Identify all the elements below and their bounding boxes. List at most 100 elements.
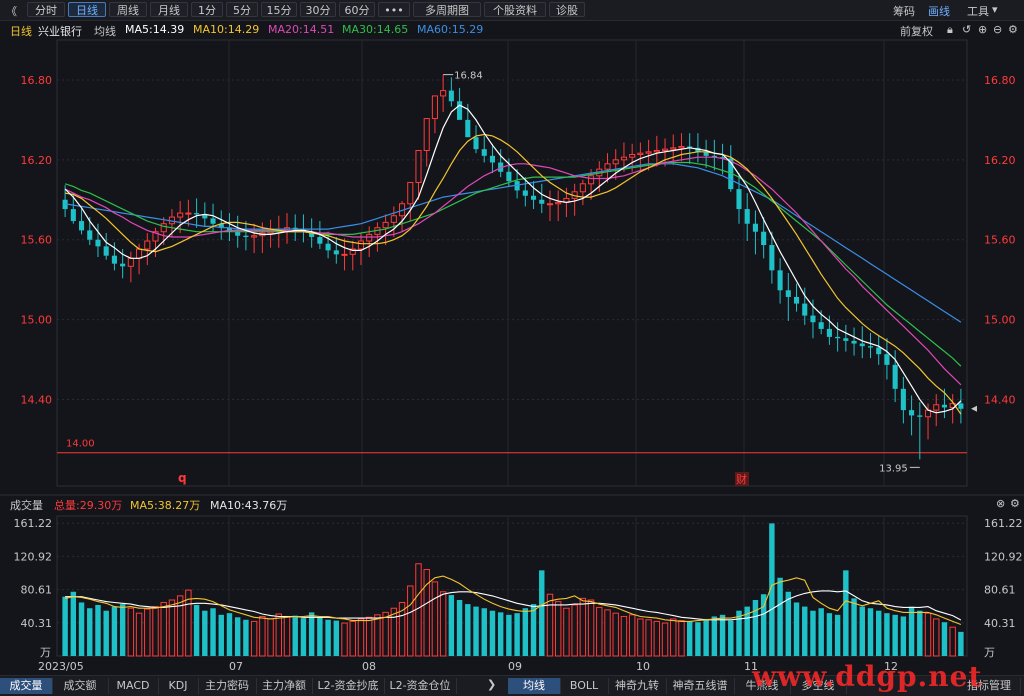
volume-bar-up	[563, 607, 570, 657]
candle-body-up	[645, 151, 652, 154]
candle-body-up	[177, 212, 184, 218]
volume-bar-up	[678, 620, 685, 657]
price-tick-label-right: 15.60	[984, 234, 1016, 247]
indicator-tab-6[interactable]: L2-资金抄底	[312, 678, 385, 694]
volume-bar-down	[539, 570, 545, 656]
candle-body-down	[243, 235, 249, 238]
volume-bar-up	[144, 608, 151, 657]
period-tab-3[interactable]: 月线	[150, 2, 188, 17]
candle-body-up	[653, 150, 660, 153]
tools-menu-button[interactable]: 工具	[967, 3, 989, 19]
back-icon[interactable]: 《	[6, 3, 17, 19]
period-tab-11[interactable]: 个股资料	[484, 2, 546, 17]
ma60-line	[65, 163, 962, 323]
period-tab-8[interactable]: 60分	[339, 2, 375, 17]
indicator-tab-4[interactable]: 主力密码	[198, 678, 257, 694]
period-tab-1[interactable]: 日线	[68, 2, 106, 17]
volume-bar-up	[415, 563, 422, 657]
volume-bar-up	[390, 607, 398, 657]
multi-period-button[interactable]: 多周期图	[413, 2, 481, 17]
indicator-tab-7[interactable]: L2-资金仓位	[384, 678, 457, 694]
indicator-tab-0[interactable]: 成交量	[0, 678, 53, 694]
volume-tick-label-right: 120.92	[984, 550, 1023, 563]
volume-bar-up	[645, 619, 652, 657]
volume-bar-down	[777, 577, 783, 656]
settings-icon[interactable]: ⚙	[1010, 497, 1020, 510]
period-tab-5[interactable]: 5分	[226, 2, 258, 17]
period-tab-2[interactable]: 周线	[109, 2, 147, 17]
volume-bar-down	[481, 608, 487, 656]
period-tab-12[interactable]: 诊股	[549, 2, 585, 17]
candle-body-up	[341, 253, 348, 256]
period-tab-0[interactable]: 分时	[27, 2, 65, 17]
volume-tick-label-left: 80.61	[21, 584, 53, 597]
overlay-tab-1[interactable]: BOLL	[560, 678, 609, 694]
volume-bar-up	[374, 614, 381, 657]
volume-bar-down	[234, 617, 241, 656]
close-icon[interactable]: ⊗	[996, 497, 1005, 510]
price-volume-chart[interactable]: 16.80 16.80 16.20 16.20 15.60 15.60 15.00 15.00…	[0, 20, 1024, 675]
volume-bar-down	[489, 610, 496, 656]
chevron-right-icon[interactable]: ❯	[487, 678, 496, 691]
volume-bar-down	[818, 608, 824, 656]
price-pane-border	[56, 39, 968, 487]
candle-body-up	[678, 146, 685, 149]
volume-bar-down	[292, 615, 298, 656]
volume-bar-down	[719, 614, 726, 656]
period-tab-6[interactable]: 15分	[261, 2, 297, 17]
indicator-tab-1[interactable]: 成交额	[52, 678, 109, 694]
indicator-tab-2[interactable]: MACD	[108, 678, 159, 694]
volume-bar-up	[431, 581, 439, 657]
candle-body-up	[637, 152, 644, 155]
volume-bar-down	[103, 610, 109, 656]
overlay-tab-0[interactable]: 均线	[508, 678, 561, 694]
candle-body-down	[465, 119, 471, 138]
volume-bar-up	[349, 620, 356, 657]
candle-body-down	[235, 231, 241, 236]
volume-bar-up	[135, 612, 143, 657]
price-tick-label-left: 16.80	[21, 74, 53, 87]
volume-bar-up	[365, 616, 373, 657]
candle-body-down	[87, 230, 93, 240]
candle-body-up	[933, 404, 940, 411]
candle-body-up	[661, 148, 669, 152]
volume-bar-up	[341, 622, 348, 657]
volume-bar-down	[119, 604, 126, 656]
indicator-tab-3[interactable]: KDJ	[158, 678, 199, 694]
period-tab-9[interactable]: •••	[378, 2, 410, 17]
candle-body-down	[473, 137, 479, 150]
volume-bar-down	[70, 591, 77, 656]
indicator-tab-5[interactable]: 主力净额	[256, 678, 313, 694]
overlay-tab-3[interactable]: 神奇五线谱	[666, 678, 735, 694]
candle-body-down	[120, 263, 126, 267]
candle-body-down	[530, 195, 537, 200]
high-marker-label: 16.84	[454, 71, 483, 82]
volume-bar-down	[941, 622, 948, 656]
volume-bar-down	[851, 598, 857, 656]
candle-body-down	[95, 239, 101, 247]
candle-body-down	[851, 340, 857, 344]
volume-bar-down	[308, 612, 315, 656]
candle-body-down	[752, 223, 758, 232]
candle-body-down	[317, 237, 323, 244]
volume-bar-down	[62, 596, 68, 656]
period-tab-4[interactable]: 1分	[191, 2, 223, 17]
ma10_vol-line	[65, 590, 962, 621]
overlay-tab-2[interactable]: 神奇九转	[608, 678, 667, 694]
candle-body-down	[917, 415, 923, 417]
volume-bar-down	[448, 595, 455, 656]
volume-bar-up	[653, 620, 661, 657]
candle-body-down	[884, 354, 890, 365]
volume-title: 成交量	[10, 499, 43, 512]
draw-line-button[interactable]: 画线	[928, 3, 950, 19]
period-tab-7[interactable]: 30分	[300, 2, 336, 17]
candle-body-up	[127, 257, 134, 267]
volume-tick-label-left: 161.22	[14, 517, 53, 530]
volume-bar-down	[760, 594, 767, 656]
candle-body-down	[769, 245, 775, 271]
chip-distribution-button[interactable]: 筹码	[893, 3, 915, 19]
volume-bar-up	[661, 622, 669, 657]
candle-body-down	[448, 90, 454, 102]
candle-body-up	[407, 181, 414, 205]
candle-body-up	[612, 159, 619, 165]
